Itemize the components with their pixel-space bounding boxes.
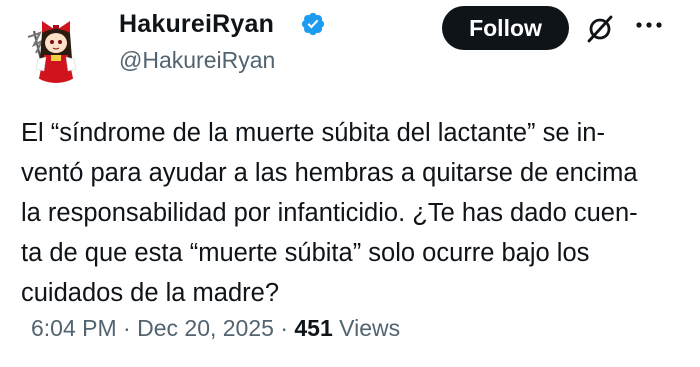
avatar[interactable] — [20, 11, 92, 83]
meta-separator: · — [123, 315, 131, 341]
tweet-text-line: ventó para ayudar a las hembras a quitar… — [21, 159, 638, 187]
tweet-text-line: la responsabilidad por infanticidio. ¿Te… — [21, 199, 638, 227]
tweet-text-line: El “síndrome de la muerte súbita del lac… — [21, 119, 605, 147]
tweet-meta: 6:04 PM · Dec 20, 2025 · 451 Views — [31, 315, 400, 342]
verified-badge-icon — [301, 12, 325, 36]
more-options-icon[interactable] — [635, 20, 663, 30]
views-count: 451 — [294, 315, 333, 341]
avatar-image — [20, 11, 92, 83]
author-handle[interactable]: @HakureiRyan — [119, 47, 275, 74]
tweet-card: HakureiRyan @HakureiRyan Follow El “sínd… — [0, 0, 700, 367]
author-display-name[interactable]: HakureiRyan — [119, 10, 274, 39]
tweet-text: El “síndrome de la muerte súbita del lac… — [21, 113, 691, 313]
grok-icon[interactable] — [585, 14, 615, 44]
meta-separator: · — [280, 315, 288, 341]
tweet-text-line: ta de que esta “muerte súbita” solo ocur… — [21, 239, 590, 267]
tweet-time[interactable]: 6:04 PM — [31, 315, 117, 341]
follow-button[interactable]: Follow — [442, 6, 569, 50]
tweet-text-line: cuidados de la madre? — [21, 279, 280, 307]
views-label: Views — [339, 315, 401, 341]
tweet-date[interactable]: Dec 20, 2025 — [137, 315, 274, 341]
